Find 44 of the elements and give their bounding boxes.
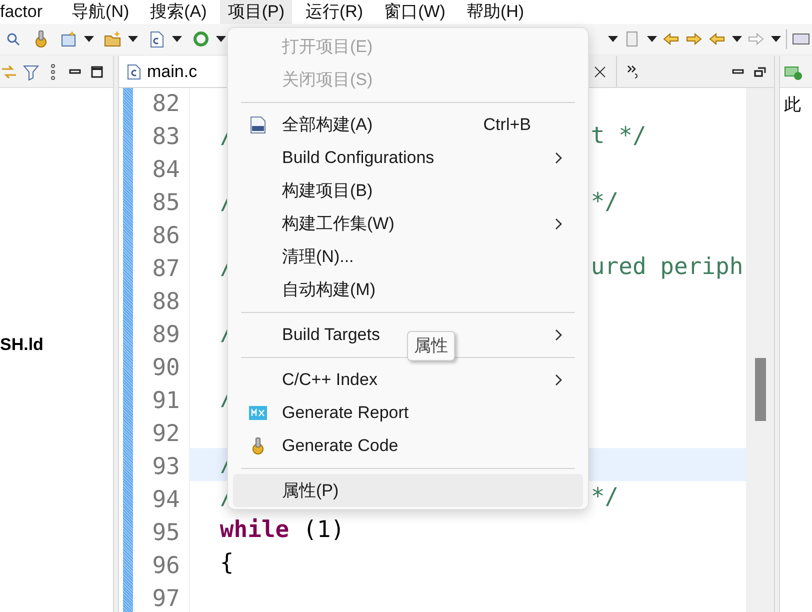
menu-bar-item[interactable]: 帮助(H): [458, 0, 532, 24]
code-text: ured periph: [590, 253, 744, 282]
line-number: 86: [152, 222, 180, 251]
menu-bar-item[interactable]: factor: [0, 0, 64, 24]
menu-bar-item[interactable]: 窗口(W): [376, 0, 454, 24]
line-number: 93: [152, 453, 180, 482]
menu-item[interactable]: 属性(P): [233, 474, 583, 507]
tooltip: 属性: [407, 331, 455, 361]
line-number: 97: [152, 585, 180, 612]
menu-item[interactable]: 自动构建(M): [233, 273, 583, 306]
menu-bar-item[interactable]: 项目(P): [220, 0, 292, 24]
line-number: 96: [152, 552, 180, 581]
code-text: while: [220, 516, 290, 545]
menu-item[interactable]: 构建工作集(W): [233, 207, 583, 240]
line-number: 83: [152, 123, 180, 152]
line-number: 87: [152, 255, 180, 284]
menu-bar-item[interactable]: 导航(N): [64, 0, 138, 24]
code-text: (1): [302, 516, 345, 545]
line-number: 82: [152, 90, 180, 119]
line-number: 92: [152, 420, 180, 449]
menu-item[interactable]: Generate Report: [233, 396, 583, 429]
menu-bar-item[interactable]: 运行(R): [297, 0, 372, 24]
menu-bar-item[interactable]: 搜索(A): [142, 0, 215, 24]
line-number: 88: [152, 288, 180, 317]
line-number: 89: [152, 321, 180, 350]
code-text: t */: [590, 122, 646, 152]
line-number: 90: [152, 354, 180, 383]
line-number: 94: [152, 486, 180, 515]
code-text: {: [220, 548, 234, 578]
menu-item[interactable]: 构建项目(B): [233, 174, 583, 207]
shortcut-text: Ctrl+B: [483, 114, 531, 136]
code-text: */: [590, 482, 619, 512]
menu-item[interactable]: 清理(N)...: [233, 240, 583, 273]
menu-item[interactable]: Build Configurations: [233, 141, 583, 174]
panel-text: 此: [783, 94, 802, 116]
menu-item[interactable]: 全部构建(A) Ctrl+B: [233, 108, 583, 141]
line-number: 91: [152, 387, 180, 416]
line-number: 84: [152, 156, 180, 185]
menu-item[interactable]: C/C++ Index: [233, 363, 583, 396]
code-text: */: [590, 188, 619, 217]
menu-item[interactable]: Generate Code: [233, 429, 583, 462]
line-number: 85: [152, 189, 180, 218]
tree-item[interactable]: SH.ld: [0, 332, 113, 358]
line-number: 95: [152, 519, 180, 548]
